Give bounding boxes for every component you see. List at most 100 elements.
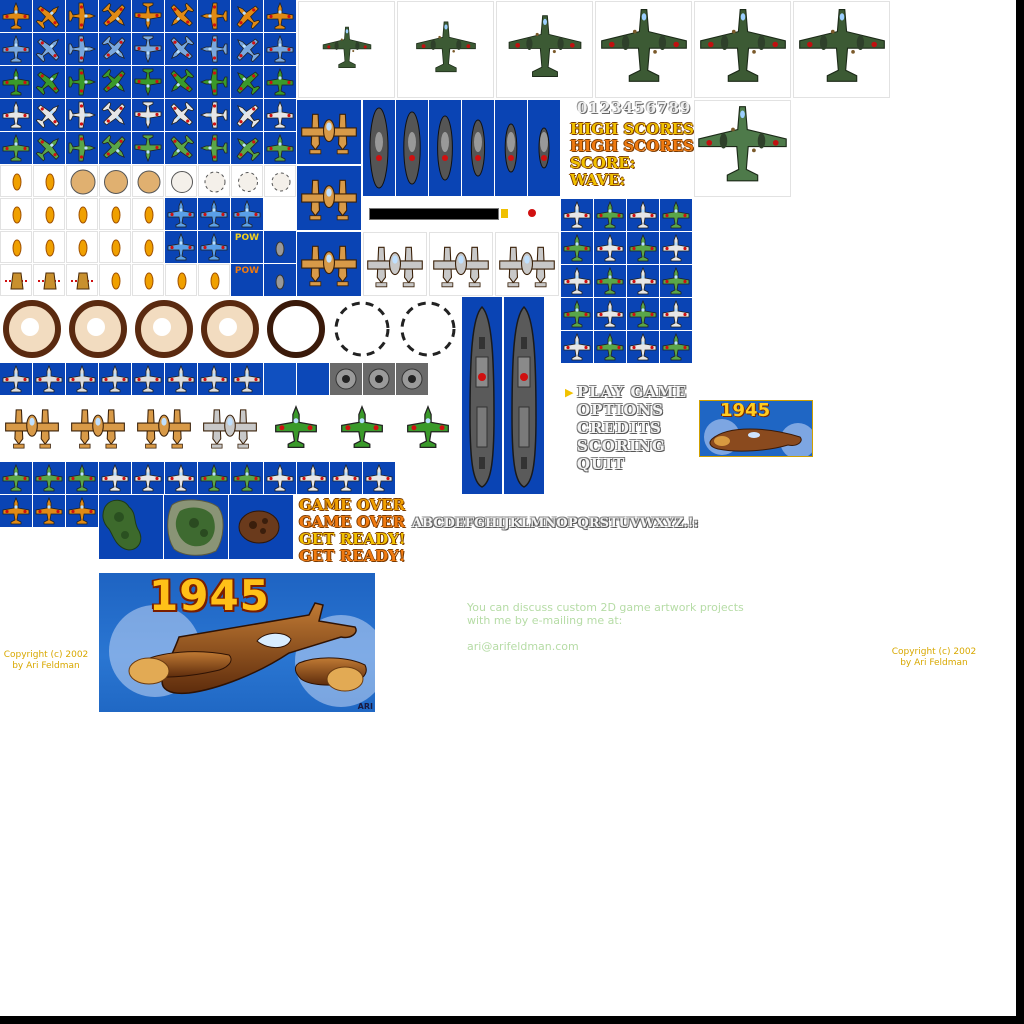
lower-fighter-sprite — [35, 497, 63, 525]
rock-tile — [229, 495, 293, 559]
fighter-cell — [66, 0, 98, 32]
item-sprite — [111, 239, 121, 257]
fighter-sprite — [99, 66, 131, 98]
large-plane-sprite — [274, 405, 318, 449]
fighter-sprite — [99, 0, 131, 32]
fighter-cell — [0, 66, 32, 98]
item-cell — [99, 264, 131, 296]
fighter-sprite — [200, 101, 228, 129]
explosion-sprite — [400, 301, 456, 357]
boat-sprite — [504, 123, 518, 173]
lower-fighter-cell — [297, 462, 329, 494]
fighter-cell — [132, 99, 164, 131]
lower-fighter-sprite — [68, 497, 96, 525]
boat-cell — [429, 100, 461, 196]
lower-fighter-cell — [66, 462, 98, 494]
energy-bar — [369, 208, 499, 220]
enemy-plane-cell — [594, 232, 626, 264]
enemy-plane-cell — [660, 265, 692, 297]
power-up-cell — [165, 231, 197, 263]
item-sprite — [144, 272, 154, 290]
fighter-sprite — [200, 134, 228, 162]
bomber-cell — [496, 1, 593, 98]
turret-sprite — [368, 368, 390, 390]
item-cell — [198, 264, 230, 296]
digits-font: 0123456789 — [577, 99, 692, 117]
fighter-cell — [132, 33, 164, 65]
power-up-sprite — [167, 233, 195, 261]
power-up-cell — [198, 231, 230, 263]
fighter-sprite — [33, 33, 65, 65]
contact-email[interactable]: ari@arifeldman.com — [467, 640, 787, 653]
lower-fighter-cell — [330, 462, 362, 494]
item-sprite — [137, 170, 161, 194]
island-tile-1 — [99, 495, 163, 559]
item-cell — [198, 165, 230, 197]
turret-sprite — [401, 368, 423, 390]
fighter-cell — [231, 132, 263, 164]
high-scores-label-orange: HIGH SCORES — [570, 137, 694, 155]
item-sprite — [144, 206, 154, 224]
enemy-plane-cell — [660, 232, 692, 264]
fighter-sprite — [33, 99, 65, 131]
fighter-sprite — [165, 66, 197, 98]
silver-plane-sprite — [367, 246, 423, 288]
bomber-cell — [595, 1, 692, 98]
item-cell — [0, 165, 32, 197]
lower-fighter-sprite — [233, 464, 261, 492]
item-cell — [66, 231, 98, 263]
silver-fighter-sprite — [35, 365, 63, 393]
enemy-plane-cell — [594, 265, 626, 297]
power-up-sprite — [200, 200, 228, 228]
fighter-sprite — [231, 33, 263, 65]
boat-cell — [396, 100, 428, 196]
title-plane-icon — [709, 428, 802, 452]
rock-icon — [238, 510, 280, 544]
contact-line-1: You can discuss custom 2D game artwork p… — [467, 601, 744, 614]
fighter-cell — [165, 66, 197, 98]
item-sprite — [71, 272, 95, 290]
red-dot-sprite — [528, 209, 536, 217]
lower-fighter-cell — [33, 495, 65, 527]
item-cell — [165, 264, 197, 296]
lower-fighter-cell — [0, 462, 32, 494]
fighter-sprite — [134, 101, 162, 129]
island-icon — [167, 499, 224, 556]
item-sprite — [210, 272, 220, 290]
item-sprite — [271, 172, 291, 192]
enemy-plane-sprite — [563, 201, 591, 229]
item-sprite — [12, 173, 22, 191]
menu-item-quit: QUIT — [577, 455, 626, 473]
silver-fighter-cell — [231, 363, 263, 395]
item-sprite — [78, 239, 88, 257]
enemy-plane-sprite — [563, 300, 591, 328]
get-ready-label-orange: GET READY! — [299, 547, 406, 565]
lower-fighter-cell — [198, 462, 230, 494]
enemy-plane-sprite — [596, 333, 624, 361]
enemy-plane-sprite — [629, 267, 657, 295]
large-plane-cell — [66, 396, 130, 460]
player-plane-sprite — [301, 113, 357, 155]
contact-line-2: with me by e-mailing me at: — [467, 614, 623, 627]
item-sprite — [144, 239, 154, 257]
destroyer-cell-1 — [462, 297, 502, 494]
power-up-sprite — [167, 200, 195, 228]
silver-fighter-cell — [165, 363, 197, 395]
lower-fighter-cell — [33, 462, 65, 494]
item-cell — [99, 198, 131, 230]
fighter-cell — [198, 0, 230, 32]
silver-fighter-sprite — [101, 365, 129, 393]
enemy-plane-cell — [627, 232, 659, 264]
enemy-plane-sprite — [629, 333, 657, 361]
fighter-sprite — [68, 2, 96, 30]
enemy-plane-cell — [561, 265, 593, 297]
enemy-plane-sprite — [629, 300, 657, 328]
fighter-sprite — [165, 0, 197, 32]
bomb-icon — [275, 274, 285, 290]
item-cell — [33, 231, 65, 263]
large-plane-sprite — [340, 405, 384, 449]
lower-fighter-sprite — [68, 464, 96, 492]
fighter-cell — [198, 33, 230, 65]
silver-plane-sprite — [433, 246, 489, 288]
boat-cell — [495, 100, 527, 196]
